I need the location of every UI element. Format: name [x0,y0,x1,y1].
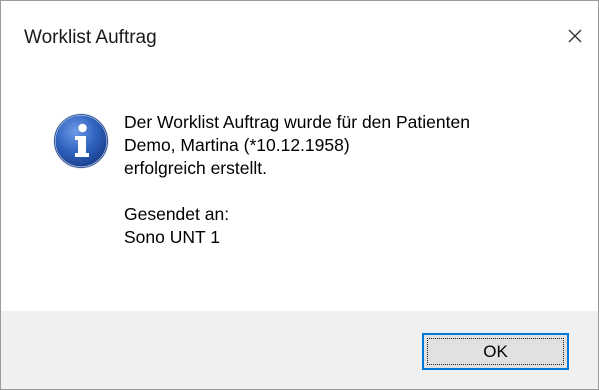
dialog-content: Der Worklist Auftrag wurde für den Patie… [1,77,598,311]
sent-to-label: Gesendet an: [124,204,230,224]
ok-button[interactable]: OK [422,333,569,370]
message-line: Der Worklist Auftrag wurde für den Patie… [124,112,470,132]
message-line: erfolgreich erstellt. [124,158,267,178]
sent-to-value: Sono UNT 1 [124,227,220,247]
close-icon [568,29,582,43]
window-title: Worklist Auftrag [24,27,157,48]
info-icon [53,113,109,169]
patient-name: Demo, Martina (*10.12.1958) [124,135,350,155]
message-text: Der Worklist Auftrag wurde für den Patie… [124,111,470,249]
button-bar: OK [1,311,598,389]
message-dialog: Worklist Auftrag Der Worklist Auftrag wu… [0,0,599,390]
title-bar: Worklist Auftrag [1,1,598,77]
close-button[interactable] [552,15,598,57]
ok-button-label: OK [483,341,508,361]
